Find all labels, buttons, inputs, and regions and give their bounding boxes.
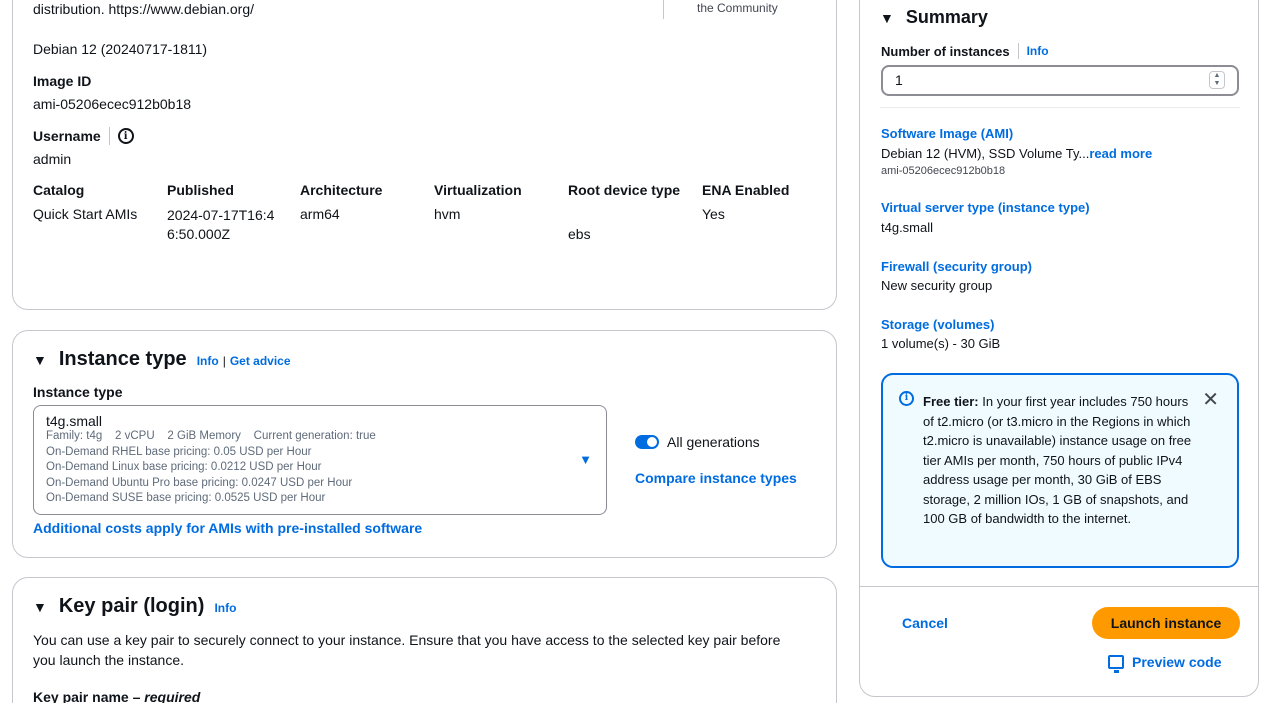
- divider: [108, 127, 110, 145]
- compare-instance-types-link[interactable]: Compare instance types: [635, 470, 797, 486]
- instance-type-select[interactable]: t4g.small Family: t4g 2 vCPU 2 GiB Memor…: [33, 405, 607, 515]
- key-pair-description: You can use a key pair to securely conne…: [33, 632, 781, 668]
- info-link[interactable]: Info: [1027, 44, 1049, 58]
- selected-instance-type: t4g.small: [46, 413, 103, 429]
- caret-down-icon[interactable]: ▼: [579, 452, 592, 467]
- info-circle-icon: i: [899, 391, 914, 406]
- free-tier-alert: i Free tier: In your first year includes…: [881, 373, 1239, 568]
- storage-value: 1 volume(s) - 30 GiB: [881, 336, 1001, 351]
- username-value: admin: [33, 151, 72, 167]
- image-id-label: Image ID: [33, 73, 92, 89]
- section-title: Key pair (login): [58, 595, 205, 617]
- toggle-knob: [647, 437, 657, 447]
- preview-code-button[interactable]: Preview code: [1108, 654, 1222, 673]
- root-device-type-value: ebs: [568, 226, 591, 242]
- suse-pricing: On-Demand SUSE base pricing: 0.0525 USD …: [46, 492, 326, 504]
- firewall-link[interactable]: Firewall (security group): [881, 259, 1032, 274]
- software-image-value: Debian 12 (HVM), SSD Volume Ty...: [881, 146, 1090, 161]
- software-image-id: ami-05206ecec912b0b18: [881, 165, 1006, 177]
- all-generations-label: All generations: [667, 434, 760, 450]
- separator: |: [222, 354, 226, 368]
- collapse-triangle-icon[interactable]: ▼: [880, 10, 894, 26]
- ami-community-label: the Community: [697, 1, 778, 15]
- divider: [663, 0, 664, 19]
- key-pair-header: ▼ Key pair (login) Info: [33, 595, 236, 618]
- preview-code-label: Preview code: [1132, 654, 1222, 670]
- info-circle-icon[interactable]: i: [117, 128, 134, 144]
- instance-type-card: ▼ Instance type Info | Get advice Instan…: [12, 330, 837, 558]
- software-image-link[interactable]: Software Image (AMI): [881, 126, 1013, 141]
- software-image-value-row: Debian 12 (HVM), SSD Volume Ty...read mo…: [881, 146, 1152, 161]
- rhel-pricing: On-Demand RHEL base pricing: 0.05 USD pe…: [46, 445, 312, 458]
- firewall-value: New security group: [881, 278, 993, 293]
- architecture-value: arm64: [300, 206, 340, 222]
- storage-link[interactable]: Storage (volumes): [881, 317, 994, 332]
- required-label: required: [144, 689, 201, 703]
- code-preview-icon: [1108, 655, 1124, 673]
- key-pair-card: ▼ Key pair (login) Info You can use a ke…: [12, 577, 837, 703]
- virtual-server-type-link[interactable]: Virtual server type (instance type): [881, 200, 1090, 215]
- virtualization-value: hvm: [434, 206, 461, 222]
- summary-title: Summary: [905, 7, 988, 27]
- number-of-instances-input[interactable]: 1 ▲ ▼: [881, 65, 1239, 96]
- catalog-value: Quick Start AMIs: [33, 206, 138, 222]
- number-of-instances-label: Number of instances: [881, 43, 1010, 59]
- ami-version: Debian 12 (20240717-1811): [33, 41, 208, 57]
- instance-family-details: Family: t4g 2 vCPU 2 GiB Memory Current …: [46, 430, 376, 442]
- summary-panel: ▼ Summary Number of instances Info 1 ▲ ▼ …: [859, 0, 1259, 697]
- image-id-value: ami-05206ecec912b0b18: [33, 96, 192, 112]
- stepper-icon[interactable]: ▲ ▼: [1209, 71, 1225, 89]
- published-label: Published: [167, 182, 234, 198]
- virtual-server-type-value: t4g.small: [881, 220, 934, 235]
- collapse-triangle-icon[interactable]: ▼: [33, 352, 47, 368]
- free-tier-text: Free tier: In your first year includes 7…: [923, 392, 1193, 529]
- virtualization-label: Virtualization: [434, 182, 522, 198]
- divider: [860, 586, 1258, 587]
- close-icon[interactable]: ✕: [1202, 387, 1219, 412]
- key-pair-name-text: Key pair name –: [33, 689, 145, 703]
- ami-details-card: distribution. https://www.debian.org/ th…: [12, 0, 837, 310]
- free-tier-body: In your first year includes 750 hours of…: [923, 394, 1192, 526]
- username-label: Username: [33, 128, 101, 144]
- ena-enabled-label: ENA Enabled: [702, 182, 790, 198]
- section-title: Instance type: [58, 348, 187, 370]
- instance-type-field-label: Instance type: [33, 384, 123, 400]
- ubuntu-pro-pricing: On-Demand Ubuntu Pro base pricing: 0.024…: [46, 476, 353, 489]
- ami-description: distribution. https://www.debian.org/: [33, 1, 255, 17]
- read-more-link[interactable]: read more: [1089, 146, 1152, 161]
- key-pair-name-label: Key pair name – required: [33, 689, 200, 703]
- additional-costs-link[interactable]: Additional costs apply for AMIs with pre…: [33, 520, 422, 536]
- all-generations-toggle[interactable]: All generations: [635, 434, 760, 450]
- architecture-label: Architecture: [300, 182, 383, 198]
- divider: [880, 107, 1240, 108]
- number-of-instances-value: 1: [895, 72, 903, 88]
- username-label-row: Username i: [33, 127, 134, 145]
- info-link[interactable]: Info: [214, 601, 236, 615]
- launch-instance-button[interactable]: Launch instance: [1092, 607, 1240, 639]
- collapse-triangle-icon[interactable]: ▼: [33, 599, 47, 615]
- free-tier-bold: Free tier:: [923, 394, 979, 409]
- cancel-button[interactable]: Cancel: [902, 615, 948, 631]
- ena-enabled-value: Yes: [702, 206, 725, 222]
- catalog-label: Catalog: [33, 182, 85, 198]
- number-of-instances-label-row: Number of instances Info: [881, 43, 1049, 59]
- get-advice-link[interactable]: Get advice: [230, 354, 291, 368]
- instance-type-header: ▼ Instance type Info | Get advice: [33, 348, 291, 371]
- linux-pricing: On-Demand Linux base pricing: 0.0212 USD…: [46, 461, 322, 473]
- published-value: 2024-07-17T16:4 6:50.000Z: [167, 207, 275, 242]
- divider: [1017, 43, 1019, 59]
- info-link[interactable]: Info: [197, 354, 219, 368]
- summary-header: ▼ Summary: [880, 7, 988, 28]
- root-device-type-label: Root device type: [568, 182, 681, 198]
- toggle-switch[interactable]: [635, 435, 659, 449]
